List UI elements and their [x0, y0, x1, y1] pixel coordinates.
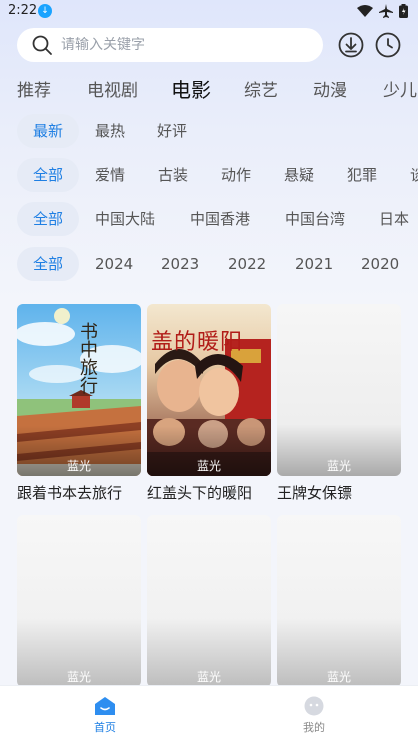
filter-year-2024[interactable]: 2024 [95, 247, 133, 281]
poster-title-text: 盖的暖阳 [151, 330, 244, 355]
quality-badge: 蓝光 [196, 670, 221, 684]
filter-year-2023[interactable]: 2023 [161, 247, 199, 281]
filter-sort-hottest[interactable]: 最热 [95, 114, 125, 148]
movie-card[interactable]: 蓝光 [17, 515, 141, 687]
download-notification-icon: ↓ [38, 4, 52, 18]
filter-genre-costume[interactable]: 古装 [158, 158, 188, 192]
nav-home-label: 首页 [94, 721, 116, 734]
movie-card[interactable]: 盖的暖阳 蓝光 红盖头下的暖阳 [147, 304, 271, 503]
search-input[interactable] [61, 37, 291, 53]
wifi-icon [357, 5, 373, 17]
filter-region-taiwan[interactable]: 中国台湾 [285, 202, 345, 236]
search-bar[interactable] [17, 28, 323, 62]
movie-title[interactable]: 红盖头下的暖阳 [147, 482, 271, 503]
home-icon [95, 697, 115, 715]
movie-title[interactable]: 跟着书本去旅行 [17, 482, 141, 503]
tab-tv-series[interactable]: 电视剧 [87, 76, 138, 101]
nav-mine-label: 我的 [303, 721, 325, 734]
nav-mine[interactable]: 我的 [254, 686, 374, 743]
filter-genre-more[interactable]: 谈 [410, 158, 418, 192]
tab-movies[interactable]: 电影 [171, 74, 211, 103]
movie-card[interactable]: 蓝光 [147, 515, 271, 687]
filter-sort-top-rated[interactable]: 好评 [157, 114, 187, 148]
tab-kids[interactable]: 少儿 [383, 76, 417, 101]
status-bar: 2:22 ↓ [0, 0, 418, 24]
filter-genre-mystery[interactable]: 悬疑 [284, 158, 314, 192]
category-tabs: 推荐 电视剧 电影 综艺 动漫 少儿 [0, 72, 418, 104]
movie-poster[interactable]: 书中旅行 蓝光 [17, 304, 141, 476]
movie-poster[interactable]: 蓝光 [277, 515, 401, 687]
filter-sort-latest[interactable]: 最新 [17, 114, 79, 148]
movie-poster[interactable]: 蓝光 [17, 515, 141, 687]
region-filter-row: 全部 中国大陆 中国香港 中国台湾 日本 [0, 202, 418, 236]
filter-genre-all[interactable]: 全部 [17, 158, 79, 192]
movie-card[interactable]: 蓝光 王牌女保镖 [277, 304, 401, 503]
tab-variety[interactable]: 综艺 [244, 76, 278, 101]
airplane-icon [379, 4, 393, 18]
quality-badge: 蓝光 [326, 459, 351, 473]
quality-badge: 蓝光 [196, 459, 221, 473]
history-clock-icon[interactable] [375, 32, 401, 58]
movie-card[interactable]: 书中旅行 蓝光 跟着书本去旅行 [17, 304, 141, 503]
filter-year-2022[interactable]: 2022 [228, 247, 266, 281]
filter-region-hongkong[interactable]: 中国香港 [190, 202, 250, 236]
sort-filter-row: 最新 最热 好评 [0, 114, 418, 148]
filter-year-2021[interactable]: 2021 [295, 247, 333, 281]
quality-badge: 蓝光 [66, 670, 91, 684]
bottom-navigation: 首页 我的 [0, 685, 418, 743]
tab-anime[interactable]: 动漫 [313, 76, 347, 101]
movie-poster[interactable]: 盖的暖阳 蓝光 [147, 304, 271, 476]
filter-genre-romance[interactable]: 爱情 [95, 158, 125, 192]
filter-genre-action[interactable]: 动作 [221, 158, 251, 192]
filter-region-japan[interactable]: 日本 [379, 202, 409, 236]
tab-recommend[interactable]: 推荐 [17, 76, 51, 101]
nav-home[interactable]: 首页 [45, 686, 165, 743]
movie-card[interactable]: 蓝光 [277, 515, 401, 687]
filter-year-2020[interactable]: 2020 [361, 247, 399, 281]
quality-badge: 蓝光 [66, 459, 91, 473]
genre-filter-row: 全部 爱情 古装 动作 悬疑 犯罪 谈 [0, 158, 418, 192]
year-filter-row: 全部 2024 2023 2022 2021 2020 [0, 247, 418, 281]
movie-title[interactable]: 王牌女保镖 [277, 482, 401, 503]
quality-badge: 蓝光 [326, 670, 351, 684]
battery-icon [399, 4, 408, 18]
status-icons [357, 4, 408, 18]
download-icon[interactable] [338, 32, 364, 58]
filter-region-mainland[interactable]: 中国大陆 [95, 202, 155, 236]
movie-poster[interactable]: 蓝光 [277, 304, 401, 476]
poster-title-text: 书中旅行 [77, 322, 98, 394]
status-time: 2:22 [8, 3, 38, 18]
search-icon [32, 35, 52, 55]
filter-year-all[interactable]: 全部 [17, 247, 79, 281]
filter-region-all[interactable]: 全部 [17, 202, 79, 236]
movie-poster[interactable]: 蓝光 [147, 515, 271, 687]
filter-genre-crime[interactable]: 犯罪 [347, 158, 377, 192]
profile-face-icon [304, 696, 324, 716]
